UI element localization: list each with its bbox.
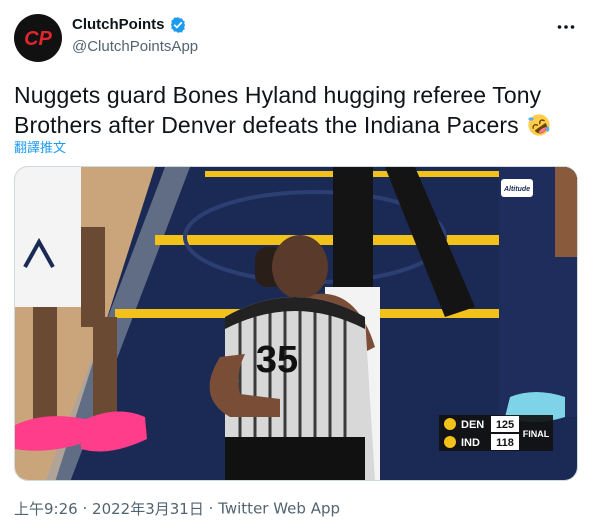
tweet-text: Nuggets guard Bones Hyland hugging refer… xyxy=(14,80,574,140)
more-dots-icon xyxy=(557,25,575,29)
referee-jersey-number: 35 xyxy=(256,339,298,381)
scoreboard-score1: 125 xyxy=(496,419,514,431)
tweet-source-link[interactable]: Twitter Web App xyxy=(218,500,340,518)
right-player-arm xyxy=(555,167,577,257)
left-player-leg-2 xyxy=(93,317,117,422)
author-block: ClutchPoints @ClutchPointsApp xyxy=(72,15,198,57)
verified-badge-icon xyxy=(170,17,185,33)
avatar[interactable]: CP xyxy=(14,14,62,62)
clutchpoints-logo-icon: CP xyxy=(24,28,52,50)
tweet-time[interactable]: 上午9:26 xyxy=(14,500,78,518)
meta-separator-2: · xyxy=(208,499,214,518)
tweet-photo[interactable]: 35 Altitude DEN IND 125 118 FINAL xyxy=(14,166,578,481)
background-ref-leg-1 xyxy=(333,167,373,307)
scoreboard: DEN IND 125 118 FINAL xyxy=(439,415,553,451)
left-player-thigh xyxy=(81,227,105,327)
referee-pants xyxy=(225,437,365,480)
author-handle[interactable]: @ClutchPointsApp xyxy=(72,37,198,57)
svg-text:CP: CP xyxy=(24,28,52,50)
sponsor-sign-text: Altitude xyxy=(503,186,530,193)
translate-tweet-link[interactable]: 翻譯推文 xyxy=(14,137,66,156)
tweet-meta: 上午9:26 · 2022年3月31日 · Twitter Web App xyxy=(14,498,340,519)
left-player-leg-1 xyxy=(33,307,57,427)
nuggets-logo-icon xyxy=(444,418,456,430)
tweet-date[interactable]: 2022年3月31日 xyxy=(92,500,204,518)
tweet-body: Nuggets guard Bones Hyland hugging refer… xyxy=(14,82,542,138)
pacers-logo-icon xyxy=(444,436,456,448)
left-player-shorts xyxy=(15,167,81,307)
more-options-button[interactable] xyxy=(553,14,579,40)
game-photo-illustration: 35 Altitude DEN IND 125 118 FINAL xyxy=(15,167,577,480)
scoreboard-score2: 118 xyxy=(496,437,514,449)
referee-head xyxy=(272,235,328,299)
meta-separator-1: · xyxy=(82,499,88,518)
scoreboard-team1: DEN xyxy=(461,419,484,431)
author-name[interactable]: ClutchPoints xyxy=(72,15,165,35)
scoreboard-status: FINAL xyxy=(523,429,550,439)
rolling-on-floor-laughing-emoji xyxy=(528,114,550,136)
scoreboard-team2: IND xyxy=(461,437,480,449)
